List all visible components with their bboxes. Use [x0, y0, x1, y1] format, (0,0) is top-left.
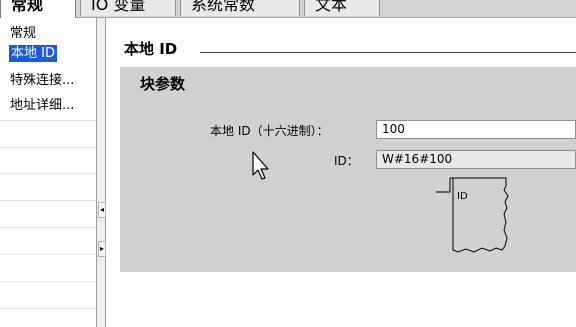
nav-divider	[0, 308, 96, 309]
id-label: ID：	[334, 154, 359, 168]
collapse-left-arrow-icon[interactable]: ◂	[98, 202, 106, 218]
local-id-hex-label: 本地 ID（十六进制）：	[210, 124, 329, 138]
nav-item-address-details[interactable]: 地址详细...	[10, 97, 74, 114]
tab-label: IO 变量	[91, 0, 146, 14]
block-parameters-panel: 块参数 本地 ID（十六进制）： 100 ID： W#16#100 ID	[120, 67, 576, 272]
nav-divider	[0, 173, 96, 174]
properties-content: 本地 ID 块参数 本地 ID（十六进制）： 100 ID： W#16#100 …	[106, 18, 576, 327]
block-outline	[452, 177, 509, 253]
tab-io-variables[interactable]: IO 变量	[80, 0, 176, 16]
nav-divider	[0, 120, 96, 121]
tab-label: 常规	[11, 0, 44, 14]
panel-title: 块参数	[140, 75, 186, 93]
nav-item-local-id[interactable]: 本地 ID	[9, 45, 57, 62]
nav-item-general[interactable]: 常规	[10, 25, 36, 42]
nav-divider	[0, 200, 96, 201]
section-title-rule	[200, 52, 576, 53]
mouse-pointer-icon	[252, 151, 269, 180]
tab-label: 系统常数	[191, 0, 256, 14]
local-id-hex-input[interactable]: 100	[376, 120, 576, 139]
nav-divider	[0, 254, 96, 255]
id-value-field: W#16#100	[376, 150, 576, 169]
nav-divider	[0, 147, 96, 148]
nav-item-special-connection[interactable]: 特殊连接...	[10, 72, 74, 89]
property-navigation: 常规 本地 ID 特殊连接... 地址详细...	[0, 18, 96, 327]
nav-divider	[0, 281, 96, 282]
connection-line	[436, 178, 451, 193]
tab-bar: 常规 IO 变量 系统常数 文本	[0, 0, 576, 18]
tab-texts[interactable]: 文本	[304, 0, 380, 16]
tab-system-constants[interactable]: 系统常数	[180, 0, 300, 16]
nav-divider	[0, 227, 96, 228]
tab-label: 文本	[315, 0, 348, 14]
pane-splitter[interactable]: ◂ ▸	[96, 18, 106, 327]
expand-right-arrow-icon[interactable]: ▸	[98, 241, 106, 257]
block-symbol-diagram: ID	[436, 177, 509, 253]
tab-general[interactable]: 常规	[0, 0, 76, 18]
section-title: 本地 ID	[124, 40, 178, 58]
block-port-label: ID	[457, 191, 468, 202]
